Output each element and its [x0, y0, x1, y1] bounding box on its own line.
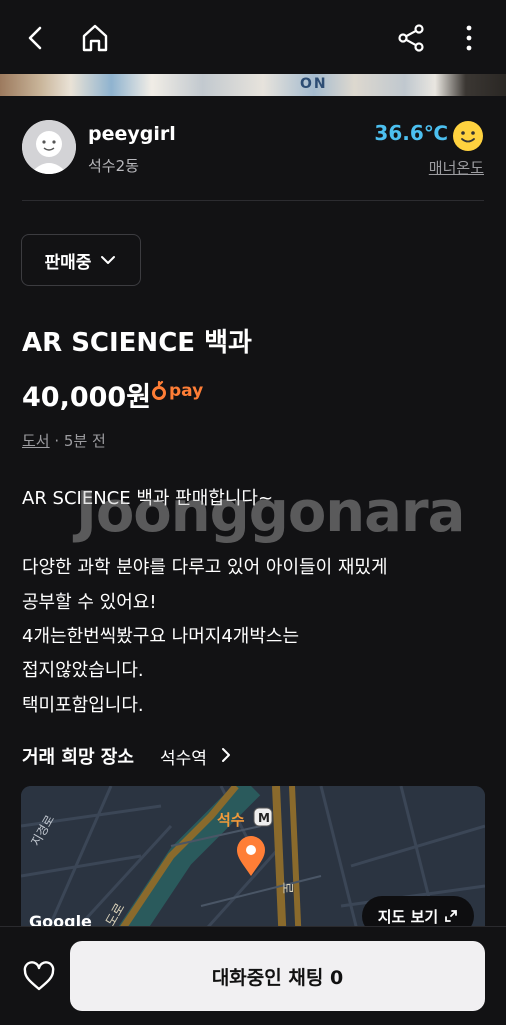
share-icon[interactable]	[389, 16, 433, 60]
road-label: 로	[279, 882, 294, 894]
listing-price: 40,000원	[22, 382, 152, 413]
expand-icon	[445, 910, 458, 922]
pay-badge: pay	[151, 379, 203, 403]
product-image-text: ON	[300, 76, 328, 92]
description-line: 접지않았습니다.	[22, 660, 144, 681]
divider	[22, 200, 484, 201]
seller-name[interactable]: peeygirl	[88, 123, 176, 145]
heart-icon[interactable]	[22, 960, 56, 994]
posted-time: · 5분 전	[49, 432, 106, 450]
seller-profile[interactable]: peeygirl 석수2동 36.6℃ 매너온도	[22, 120, 484, 180]
back-icon[interactable]	[14, 16, 58, 60]
view-map-label: 지도 보기	[377, 907, 439, 926]
chat-button[interactable]: 대화중인 채팅 0	[70, 941, 485, 1011]
description-line: 택미포함입니다.	[22, 695, 144, 716]
subway-badge-icon: M	[258, 811, 270, 825]
sale-status-dropdown[interactable]: 판매중	[21, 234, 141, 286]
product-image[interactable]: ON	[0, 74, 506, 96]
manner-temperature-link[interactable]: 매너온도	[429, 157, 484, 178]
smiley-face-icon	[452, 120, 484, 152]
description-line: 공부할 수 있어요!	[22, 592, 157, 613]
seller-location: 석수2동	[88, 157, 139, 175]
more-vertical-icon[interactable]	[447, 16, 491, 60]
trade-place-value[interactable]: 석수역	[160, 744, 207, 769]
manner-temperature: 36.6℃	[374, 121, 448, 145]
sale-status-label: 판매중	[44, 252, 92, 273]
listing-title: AR SCIENCE 백과	[22, 328, 252, 358]
description-line: 4개는한번씩봤구요 나머지4개박스는	[22, 626, 300, 647]
category-link[interactable]: 도서	[22, 432, 50, 450]
chat-button-label: 대화중인 채팅 0	[211, 966, 344, 989]
chevron-down-icon	[101, 256, 116, 264]
pay-label: pay	[169, 381, 204, 401]
avatar[interactable]	[22, 120, 76, 174]
station-label: 석수	[217, 811, 245, 829]
home-icon[interactable]	[73, 16, 117, 60]
chevron-right-icon[interactable]	[219, 746, 233, 764]
trade-place-label: 거래 희망 장소	[22, 747, 134, 768]
description-line: 다양한 과학 분야를 다루고 있어 아이들이 재밌게	[22, 557, 388, 578]
carrot-pay-icon	[152, 380, 166, 400]
top-bar	[0, 0, 506, 74]
watermark: Joonggonara	[76, 480, 465, 545]
listing-meta: 도서 · 5분 전	[22, 430, 106, 451]
bottom-action-bar: 대화중인 채팅 0	[0, 926, 506, 1025]
